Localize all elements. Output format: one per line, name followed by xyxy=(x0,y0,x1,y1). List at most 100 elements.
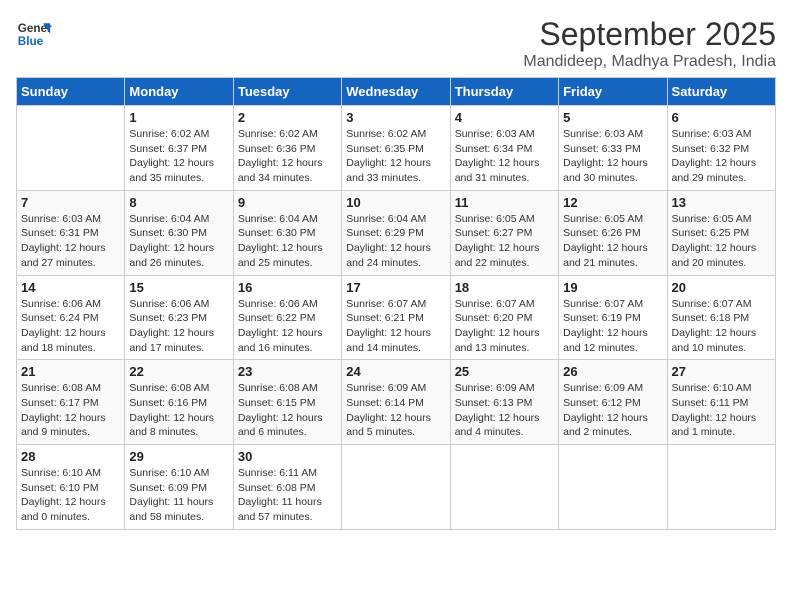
calendar-day-cell: 27Sunrise: 6:10 AM Sunset: 6:11 PM Dayli… xyxy=(667,360,775,445)
calendar-day-cell: 23 Sunrise: 6:08 AM Sunset: 6:15 PM Dayli… xyxy=(233,360,341,445)
day-number: 30 xyxy=(238,449,337,464)
day-number: 25 xyxy=(455,364,554,379)
calendar-day-cell xyxy=(667,445,775,530)
calendar-day-cell xyxy=(17,106,125,191)
day-of-week-header: Monday xyxy=(125,78,233,106)
day-number: 10 xyxy=(346,195,445,210)
day-info: Sunrise: 6:05 AM Sunset: 6:27 PM Dayligh… xyxy=(455,212,554,271)
calendar-day-cell: 7 Sunrise: 6:03 AM Sunset: 6:31 PM Daylig… xyxy=(17,190,125,275)
day-info: Sunrise: 6:03 AM Sunset: 6:31 PM Dayligh… xyxy=(21,212,120,271)
day-number: 28 xyxy=(21,449,120,464)
day-number: 20 xyxy=(672,280,771,295)
calendar-day-cell: 24 Sunrise: 6:09 AM Sunset: 6:14 PM Dayli… xyxy=(342,360,450,445)
calendar-week-row: 14Sunrise: 6:06 AM Sunset: 6:24 PM Dayli… xyxy=(17,275,776,360)
calendar-week-row: 1 Sunrise: 6:02 AM Sunset: 6:37 PM Daylig… xyxy=(17,106,776,191)
calendar-day-cell: 26Sunrise: 6:09 AM Sunset: 6:12 PM Dayli… xyxy=(559,360,667,445)
calendar-day-cell: 17 Sunrise: 6:07 AM Sunset: 6:21 PM Dayli… xyxy=(342,275,450,360)
day-info: Sunrise: 6:09 AM Sunset: 6:13 PM Dayligh… xyxy=(455,381,554,440)
page-header: General Blue September 2025 Mandideep, M… xyxy=(16,16,776,71)
day-of-week-header: Sunday xyxy=(17,78,125,106)
calendar-day-cell xyxy=(450,445,558,530)
day-number: 11 xyxy=(455,195,554,210)
calendar-table: SundayMondayTuesdayWednesdayThursdayFrid… xyxy=(16,77,776,530)
day-number: 21 xyxy=(21,364,120,379)
day-info: Sunrise: 6:08 AM Sunset: 6:16 PM Dayligh… xyxy=(129,381,228,440)
day-info: Sunrise: 6:04 AM Sunset: 6:30 PM Dayligh… xyxy=(238,212,337,271)
day-number: 12 xyxy=(563,195,662,210)
day-of-week-header: Friday xyxy=(559,78,667,106)
location-title: Mandideep, Madhya Pradesh, India xyxy=(523,53,776,71)
day-of-week-header: Thursday xyxy=(450,78,558,106)
day-info: Sunrise: 6:02 AM Sunset: 6:35 PM Dayligh… xyxy=(346,127,445,186)
calendar-day-cell: 9 Sunrise: 6:04 AM Sunset: 6:30 PM Daylig… xyxy=(233,190,341,275)
day-number: 24 xyxy=(346,364,445,379)
calendar-day-cell: 22 Sunrise: 6:08 AM Sunset: 6:16 PM Dayli… xyxy=(125,360,233,445)
day-number: 23 xyxy=(238,364,337,379)
day-number: 4 xyxy=(455,110,554,125)
day-info: Sunrise: 6:07 AM Sunset: 6:19 PM Dayligh… xyxy=(563,297,662,356)
calendar-day-cell: 3 Sunrise: 6:02 AM Sunset: 6:35 PM Daylig… xyxy=(342,106,450,191)
calendar-week-row: 21Sunrise: 6:08 AM Sunset: 6:17 PM Dayli… xyxy=(17,360,776,445)
logo-icon: General Blue xyxy=(16,16,52,52)
day-number: 13 xyxy=(672,195,771,210)
day-info: Sunrise: 6:02 AM Sunset: 6:36 PM Dayligh… xyxy=(238,127,337,186)
day-of-week-header: Saturday xyxy=(667,78,775,106)
calendar-day-cell: 18Sunrise: 6:07 AM Sunset: 6:20 PM Dayli… xyxy=(450,275,558,360)
day-info: Sunrise: 6:03 AM Sunset: 6:34 PM Dayligh… xyxy=(455,127,554,186)
day-info: Sunrise: 6:04 AM Sunset: 6:30 PM Dayligh… xyxy=(129,212,228,271)
day-info: Sunrise: 6:06 AM Sunset: 6:22 PM Dayligh… xyxy=(238,297,337,356)
calendar-day-cell: 4 Sunrise: 6:03 AM Sunset: 6:34 PM Daylig… xyxy=(450,106,558,191)
calendar-day-cell: 13 Sunrise: 6:05 AM Sunset: 6:25 PM Dayli… xyxy=(667,190,775,275)
calendar-day-cell: 25 Sunrise: 6:09 AM Sunset: 6:13 PM Dayli… xyxy=(450,360,558,445)
day-info: Sunrise: 6:05 AM Sunset: 6:25 PM Dayligh… xyxy=(672,212,771,271)
calendar-day-cell: 19 Sunrise: 6:07 AM Sunset: 6:19 PM Dayli… xyxy=(559,275,667,360)
day-info: Sunrise: 6:03 AM Sunset: 6:33 PM Dayligh… xyxy=(563,127,662,186)
day-number: 1 xyxy=(129,110,228,125)
calendar-day-cell: 14Sunrise: 6:06 AM Sunset: 6:24 PM Dayli… xyxy=(17,275,125,360)
calendar-week-row: 7 Sunrise: 6:03 AM Sunset: 6:31 PM Daylig… xyxy=(17,190,776,275)
day-number: 6 xyxy=(672,110,771,125)
calendar-day-cell: 15Sunrise: 6:06 AM Sunset: 6:23 PM Dayli… xyxy=(125,275,233,360)
svg-text:Blue: Blue xyxy=(18,35,44,48)
day-info: Sunrise: 6:04 AM Sunset: 6:29 PM Dayligh… xyxy=(346,212,445,271)
day-number: 3 xyxy=(346,110,445,125)
calendar-day-cell: 8Sunrise: 6:04 AM Sunset: 6:30 PM Daylig… xyxy=(125,190,233,275)
day-number: 18 xyxy=(455,280,554,295)
calendar-day-cell: 2 Sunrise: 6:02 AM Sunset: 6:36 PM Daylig… xyxy=(233,106,341,191)
day-number: 9 xyxy=(238,195,337,210)
calendar-day-cell: 1 Sunrise: 6:02 AM Sunset: 6:37 PM Daylig… xyxy=(125,106,233,191)
day-of-week-header: Tuesday xyxy=(233,78,341,106)
day-info: Sunrise: 6:07 AM Sunset: 6:18 PM Dayligh… xyxy=(672,297,771,356)
day-info: Sunrise: 6:02 AM Sunset: 6:37 PM Dayligh… xyxy=(129,127,228,186)
day-info: Sunrise: 6:10 AM Sunset: 6:11 PM Dayligh… xyxy=(672,381,771,440)
calendar-day-cell xyxy=(342,445,450,530)
title-area: September 2025 Mandideep, Madhya Pradesh… xyxy=(523,16,776,71)
calendar-day-cell: 29Sunrise: 6:10 AM Sunset: 6:09 PM Dayli… xyxy=(125,445,233,530)
calendar-day-cell: 30Sunrise: 6:11 AM Sunset: 6:08 PM Dayli… xyxy=(233,445,341,530)
calendar-day-cell xyxy=(559,445,667,530)
day-info: Sunrise: 6:09 AM Sunset: 6:14 PM Dayligh… xyxy=(346,381,445,440)
day-info: Sunrise: 6:03 AM Sunset: 6:32 PM Dayligh… xyxy=(672,127,771,186)
day-of-week-header: Wednesday xyxy=(342,78,450,106)
day-info: Sunrise: 6:10 AM Sunset: 6:09 PM Dayligh… xyxy=(129,466,228,525)
day-number: 15 xyxy=(129,280,228,295)
day-info: Sunrise: 6:09 AM Sunset: 6:12 PM Dayligh… xyxy=(563,381,662,440)
calendar-day-cell: 5Sunrise: 6:03 AM Sunset: 6:33 PM Daylig… xyxy=(559,106,667,191)
calendar-day-cell: 11 Sunrise: 6:05 AM Sunset: 6:27 PM Dayli… xyxy=(450,190,558,275)
day-info: Sunrise: 6:07 AM Sunset: 6:21 PM Dayligh… xyxy=(346,297,445,356)
day-number: 19 xyxy=(563,280,662,295)
day-number: 17 xyxy=(346,280,445,295)
day-number: 14 xyxy=(21,280,120,295)
calendar-day-cell: 12Sunrise: 6:05 AM Sunset: 6:26 PM Dayli… xyxy=(559,190,667,275)
logo: General Blue xyxy=(16,16,52,52)
day-number: 16 xyxy=(238,280,337,295)
day-number: 7 xyxy=(21,195,120,210)
calendar-day-cell: 10 Sunrise: 6:04 AM Sunset: 6:29 PM Dayli… xyxy=(342,190,450,275)
day-number: 22 xyxy=(129,364,228,379)
calendar-day-cell: 21Sunrise: 6:08 AM Sunset: 6:17 PM Dayli… xyxy=(17,360,125,445)
calendar-header-row: SundayMondayTuesdayWednesdayThursdayFrid… xyxy=(17,78,776,106)
calendar-week-row: 28Sunrise: 6:10 AM Sunset: 6:10 PM Dayli… xyxy=(17,445,776,530)
month-title: September 2025 xyxy=(523,16,776,53)
day-info: Sunrise: 6:08 AM Sunset: 6:15 PM Dayligh… xyxy=(238,381,337,440)
day-number: 2 xyxy=(238,110,337,125)
